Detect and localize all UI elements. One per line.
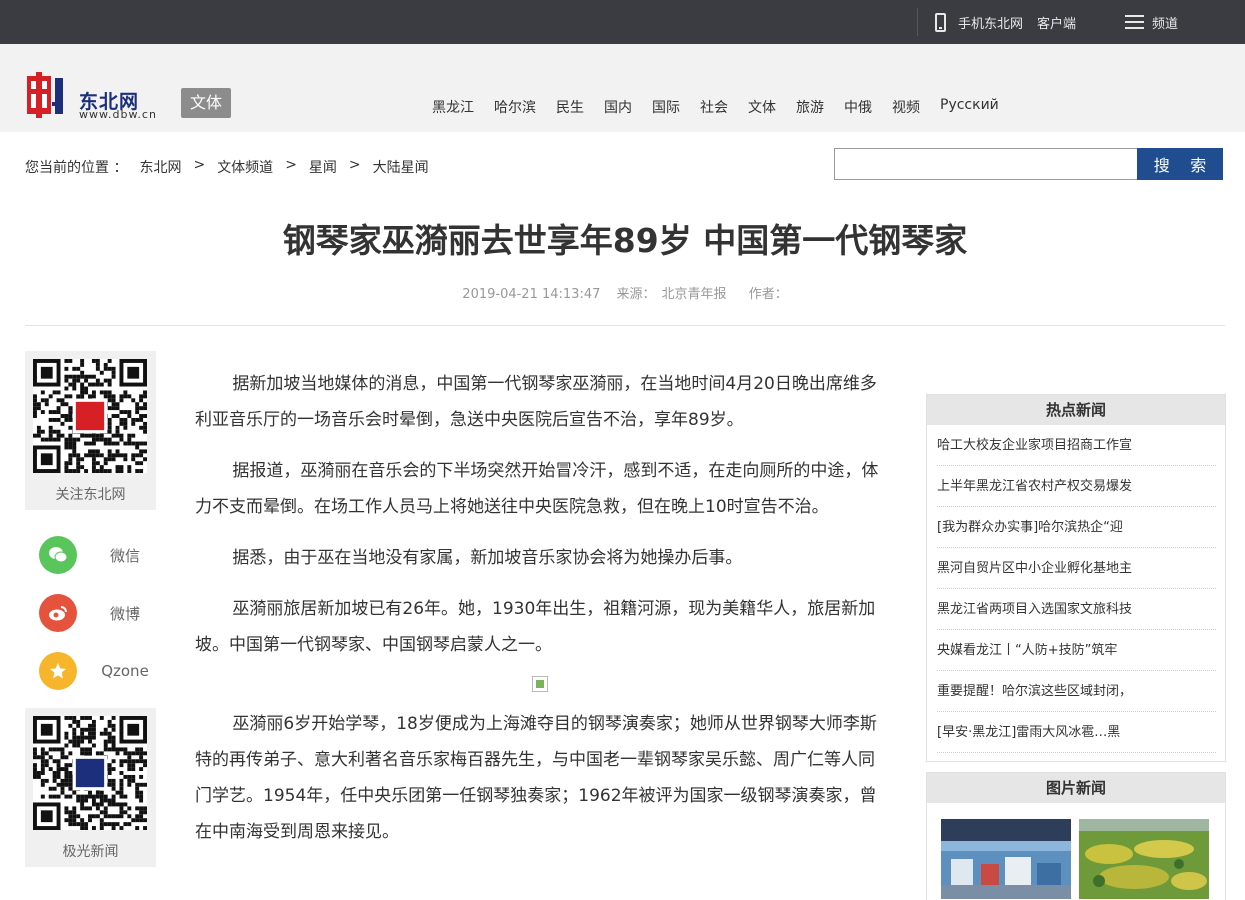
- hot-news-title: 热点新闻: [927, 395, 1225, 425]
- share-weibo-label: 微博: [109, 604, 140, 623]
- article-body: 据新加坡当地媒体的消息，中国第一代钢琴家巫漪丽，在当地时间4月20日晚出席维多利…: [195, 366, 885, 865]
- photo-news-panel: 图片新闻: [926, 772, 1226, 900]
- site-logo[interactable]: 东北网 www.dbw.cn: [25, 72, 175, 122]
- aurora-qr-code-icon: [33, 716, 147, 830]
- hot-news-item[interactable]: 重要提醒！哈尔滨这些区域封闭，: [937, 671, 1216, 712]
- mobile-site-link[interactable]: 手机东北网 客户端: [935, 11, 1076, 33]
- photo-news-row: [941, 819, 1217, 899]
- qzone-icon: [39, 652, 77, 690]
- hot-news-item[interactable]: 黑龙江省两项目入选国家文旅科技: [937, 589, 1216, 630]
- nav-link[interactable]: 哈尔滨: [494, 97, 536, 117]
- breadcrumb-link[interactable]: 大陆星闻: [373, 157, 429, 177]
- broken-image-icon: [532, 676, 548, 692]
- breadcrumb-separator: >: [285, 157, 297, 173]
- nav-link[interactable]: 国际: [652, 97, 680, 117]
- search-input[interactable]: [834, 148, 1138, 180]
- channel-menu-button[interactable]: 频道: [1125, 11, 1178, 33]
- nav-link[interactable]: 旅游: [796, 97, 824, 117]
- article-author-label: 作者：: [748, 287, 788, 302]
- hot-news-item[interactable]: 黑河自贸片区中小企业孵化基地主: [937, 548, 1216, 589]
- share-qzone-button[interactable]: Qzone: [39, 652, 155, 690]
- breadcrumb-link[interactable]: 东北网: [139, 157, 181, 177]
- nav-link[interactable]: 民生: [556, 97, 584, 117]
- nav-link[interactable]: 国内: [604, 97, 632, 117]
- channel-tag: 文体: [181, 88, 231, 118]
- aurora-qr-box: 极光新闻: [25, 708, 156, 867]
- hot-news-item[interactable]: [早安·黑龙江]雷雨大风冰雹…黑: [937, 712, 1216, 753]
- top-bar-divider: [917, 8, 918, 36]
- photo-news-title: 图片新闻: [927, 773, 1225, 803]
- share-weibo-button[interactable]: 微博: [39, 594, 155, 632]
- breadcrumb-link[interactable]: 星闻: [309, 157, 337, 177]
- article-paragraph: 据新加坡当地媒体的消息，中国第一代钢琴家巫漪丽，在当地时间4月20日晚出席维多利…: [195, 374, 877, 430]
- hot-news-item[interactable]: 央媒看龙江丨“人防+技防”筑牢: [937, 630, 1216, 671]
- breadcrumb-link[interactable]: 文体频道: [217, 157, 273, 177]
- breadcrumb-separator: >: [348, 157, 361, 173]
- article-datetime: 2019-04-21 14:13:47: [462, 287, 601, 302]
- nav-link[interactable]: 中俄: [844, 97, 872, 117]
- share-wechat-label: 微信: [109, 546, 140, 565]
- article-paragraph: 据悉，由于巫在当地没有家属，新加坡音乐家协会将为她操办后事。: [232, 548, 743, 568]
- article-paragraph: 巫漪丽6岁开始学琴，18岁便成为上海滩夺目的钢琴演奏家；她师从世界钢琴大师李斯特…: [195, 714, 877, 842]
- article-paragraph: 据报道，巫漪丽在音乐会的下半场突然开始冒冷汗，感到不适，在走向厕所的中途，体力不…: [195, 461, 879, 517]
- article-meta: 2019-04-21 14:13:47 来源： 北京青年报 作者：: [0, 283, 1245, 302]
- hot-news-panel: 热点新闻 哈工大校友企业家项目招商工作宣 上半年黑龙江省农村产权交易爆发 [我为群众…: [926, 394, 1226, 762]
- breadcrumb-prefix: 您当前的位置 ：: [25, 160, 128, 176]
- hot-news-item[interactable]: 哈工大校友企业家项目招商工作宣: [937, 425, 1216, 466]
- article-source: 来源： 北京青年报: [617, 287, 733, 302]
- nav-link[interactable]: 文体: [748, 97, 776, 117]
- phone-icon: [935, 12, 946, 32]
- article-paragraph: 巫漪丽旅居新加坡已有26年。她，1930年出生，祖籍河源，现为美籍华人，旅居新加…: [195, 599, 876, 655]
- channel-menu-label: 频道: [1152, 16, 1179, 32]
- nav-link[interactable]: Русский: [940, 97, 999, 117]
- share-wechat-button[interactable]: 微信: [39, 536, 155, 574]
- photo-news-image[interactable]: [941, 819, 1071, 899]
- nav-link[interactable]: 视频: [892, 97, 920, 117]
- hot-news-list: 哈工大校友企业家项目招商工作宣 上半年黑龙江省农村产权交易爆发 [我为群众办实事]哈…: [927, 425, 1225, 753]
- breadcrumb: 您当前的位置 ： 东北网 > 文体频道 > 星闻 > 大陆星闻: [25, 157, 441, 177]
- dbw-qr-code-icon: [33, 359, 147, 473]
- source-label: 来源：: [616, 287, 656, 302]
- site-header: 东北网 www.dbw.cn 文体 黑龙江 哈尔滨 民生 国内 国际 社会 文体 旅游 中俄 视频…: [0, 44, 1245, 132]
- title-divider: [25, 325, 1225, 326]
- article-title: 钢琴家巫漪丽去世享年89岁 中国第一代钢琴家: [282, 221, 968, 260]
- share-qzone-label: Qzone: [101, 662, 149, 680]
- hot-news-item[interactable]: [我为群众办实事]哈尔滨热企“迎: [937, 507, 1216, 548]
- wechat-icon: [39, 536, 77, 574]
- top-bar: 手机东北网 客户端 频道: [0, 0, 1245, 44]
- follow-qr-box: 关注东北网: [25, 351, 156, 510]
- main-nav: 黑龙江 哈尔滨 民生 国内 国际 社会 文体 旅游 中俄 视频 Русский: [432, 97, 1019, 117]
- search-button[interactable]: 搜 索: [1137, 148, 1223, 180]
- mobile-site-label: 手机东北网: [958, 16, 1024, 32]
- client-app-link[interactable]: 客户端: [1037, 13, 1076, 32]
- dbw-logo-mark-icon: [27, 72, 63, 118]
- photo-news-image[interactable]: [1079, 819, 1209, 899]
- hamburger-menu-icon: [1125, 14, 1144, 30]
- nav-link[interactable]: 社会: [700, 97, 728, 117]
- hot-news-item[interactable]: 上半年黑龙江省农村产权交易爆发: [937, 466, 1216, 507]
- weibo-icon: [39, 594, 77, 632]
- source-value: 北京青年报: [661, 287, 727, 302]
- breadcrumb-separator: >: [193, 157, 206, 173]
- follow-caption: 关注东北网: [55, 487, 126, 503]
- aurora-caption: 极光新闻: [62, 844, 119, 860]
- nav-link[interactable]: 黑龙江: [432, 97, 474, 117]
- site-url: www.dbw.cn: [79, 108, 157, 121]
